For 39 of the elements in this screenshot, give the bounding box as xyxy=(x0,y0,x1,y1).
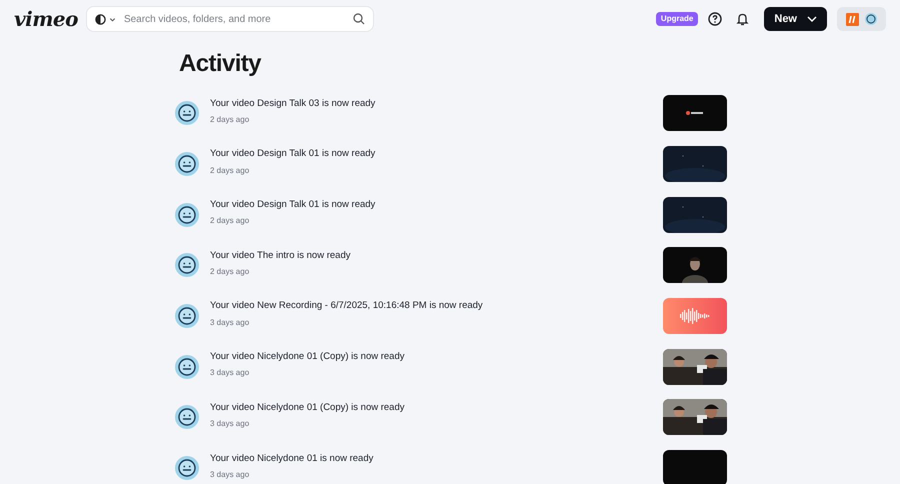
avatar-icon xyxy=(175,354,199,379)
avatar-icon xyxy=(175,405,199,430)
activity-time: 3 days ago xyxy=(210,316,250,329)
activity-message: Your video Nicelydone 01 (Copy) is now ready xyxy=(210,350,406,364)
activity-message: Your video The intro is now ready xyxy=(210,248,352,263)
activity-time: 2 days ago xyxy=(210,266,250,278)
avatar-icon xyxy=(175,304,199,328)
activity-message: Your video Nicelydone 01 (Copy) is now ready xyxy=(210,400,406,415)
activity-time: 3 days ago xyxy=(210,468,250,481)
chevron-icon xyxy=(807,16,817,22)
search-input[interactable]: Search videos, folders, and more xyxy=(124,12,353,26)
team-logo-icon xyxy=(846,12,859,26)
activity-time: 3 days ago xyxy=(210,367,250,380)
caret-icon[interactable] xyxy=(108,16,116,22)
search-icon[interactable] xyxy=(352,13,365,25)
avatar-icon xyxy=(865,13,877,25)
activity-time: 2 days ago xyxy=(210,215,250,228)
activity-message: Your video Design Talk 03 is now ready xyxy=(210,96,376,111)
bell-icon[interactable] xyxy=(736,12,750,26)
avatar-icon xyxy=(175,152,199,176)
activity-message: Your video Design Talk 01 is now ready xyxy=(210,147,376,162)
account-switcher[interactable] xyxy=(837,7,886,31)
help-icon[interactable] xyxy=(708,12,722,26)
activity-message: Your video New Recording - 6/7/2025, 10:16:48 PM is now ready xyxy=(210,299,484,314)
avatar-icon xyxy=(175,456,199,480)
search-field[interactable]: Search videos, folders, and more xyxy=(86,6,374,32)
activity-time: 2 days ago xyxy=(210,114,250,126)
page-title: Activity xyxy=(179,49,262,79)
new-button[interactable]: New xyxy=(764,7,827,31)
upgrade-button[interactable]: Upgrade xyxy=(656,12,698,26)
logo[interactable]: vimeo xyxy=(14,4,78,34)
activity-message: Your video Nicelydone 01 is now ready xyxy=(210,452,374,466)
activity-message: Your video Design Talk 01 is now ready xyxy=(210,198,376,212)
activity-time: 2 days ago xyxy=(210,164,250,177)
avatar-icon xyxy=(175,253,199,278)
activity-time: 3 days ago xyxy=(210,418,250,430)
globe-icon[interactable] xyxy=(94,14,106,24)
avatar-icon xyxy=(175,101,199,126)
avatar-icon xyxy=(175,202,199,227)
